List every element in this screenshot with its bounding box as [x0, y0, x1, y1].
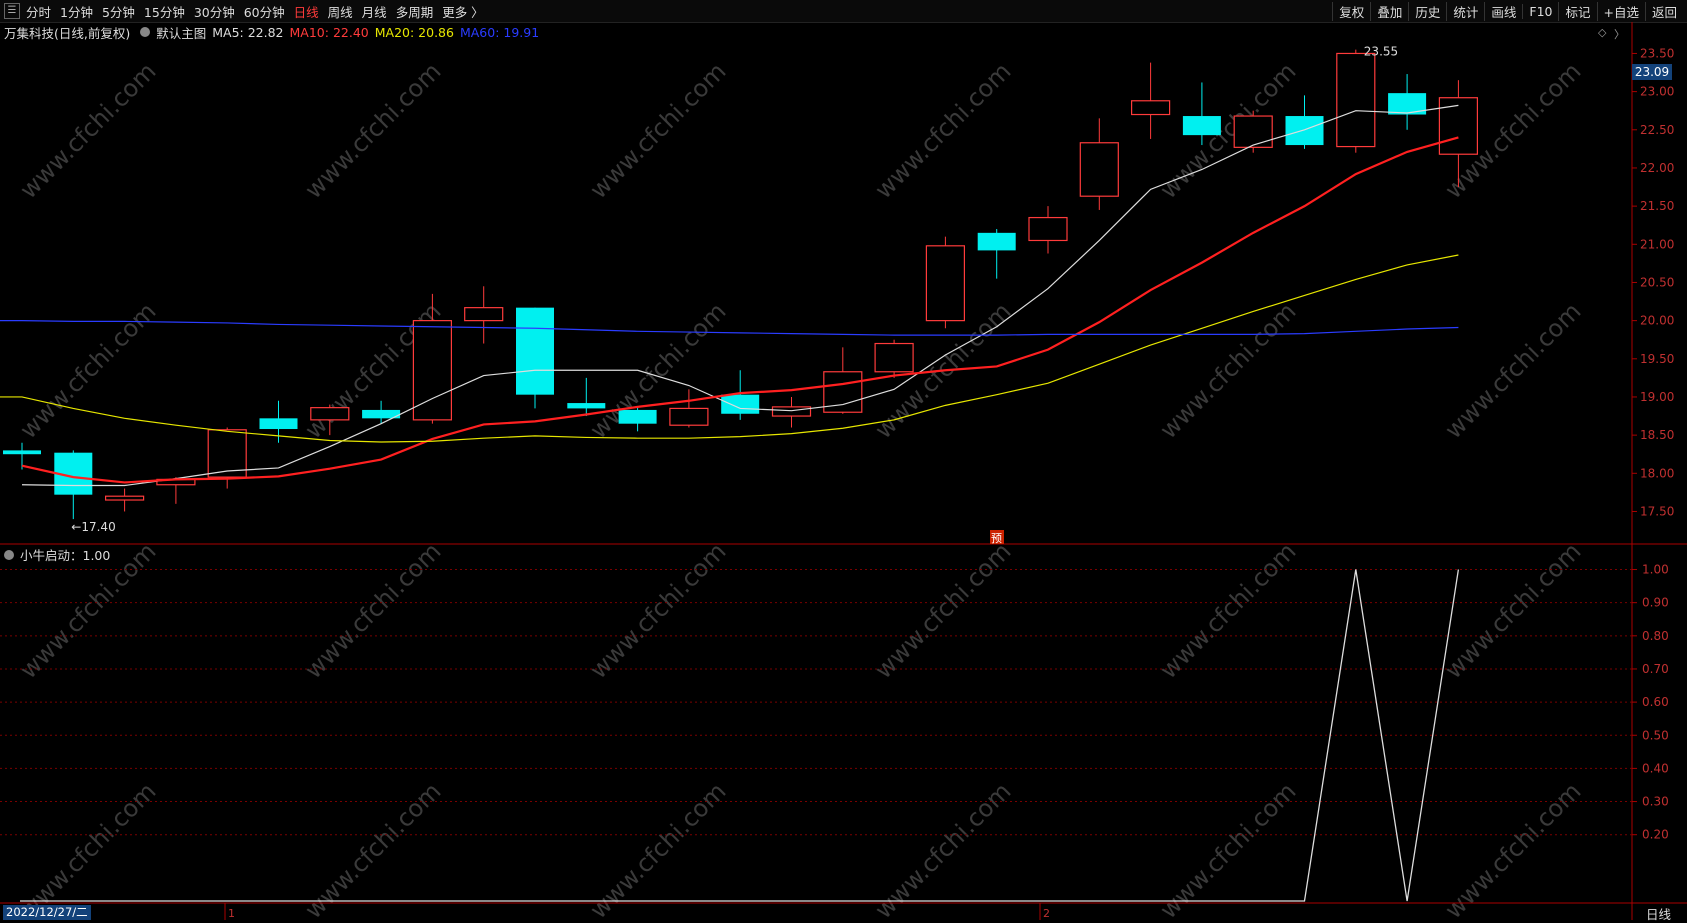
indicator-tick-label: 0.50 [1642, 728, 1669, 742]
watermark-text: www.cfchi.com [1439, 297, 1586, 444]
candle [104, 488, 145, 512]
y-tick-label: 19.00 [1640, 390, 1674, 404]
candle-body [516, 307, 554, 395]
y-tick-label: 22.00 [1640, 161, 1674, 175]
watermark-text: www.cfchi.com [584, 537, 731, 684]
candle [771, 396, 812, 428]
candle-body [259, 418, 298, 430]
month-label: 1 [228, 907, 235, 920]
candle [823, 347, 863, 414]
indicator-tick-label: 1.00 [1642, 563, 1669, 577]
candle-body [3, 450, 41, 455]
candle-body [1130, 100, 1171, 116]
candle-body [925, 245, 966, 322]
candle [925, 236, 966, 329]
candle [1388, 74, 1427, 130]
indicator-tick-label: 0.60 [1642, 695, 1669, 709]
candle-body [1336, 52, 1376, 148]
candle-body [104, 495, 145, 501]
watermark-text: www.cfchi.com [14, 777, 161, 920]
watermark-text: www.cfchi.com [869, 57, 1016, 204]
candle-body [1438, 97, 1479, 155]
candle-body [1028, 216, 1068, 242]
candle [1336, 49, 1376, 153]
watermark-text: www.cfchi.com [299, 777, 446, 920]
high-price-label: 23.55 [1364, 45, 1398, 59]
candle-body [771, 406, 812, 417]
watermark-text: www.cfchi.com [299, 537, 446, 684]
watermark-text: www.cfchi.com [14, 57, 161, 204]
watermark-text: www.cfchi.com [1154, 537, 1301, 684]
candle [3, 442, 41, 470]
candle [874, 339, 914, 378]
ma-line-ma5 [21, 104, 1459, 487]
indicator-tick-label: 0.70 [1642, 662, 1669, 676]
candle [362, 400, 401, 424]
candle [1233, 110, 1273, 153]
candle [516, 307, 554, 409]
watermark-layer: www.cfchi.com www.cfchi.com www.cfchi.com w… [14, 57, 1586, 920]
candle-body [1182, 116, 1221, 136]
watermark-text: www.cfchi.com [584, 777, 731, 920]
indicator-toggle-icon[interactable] [4, 549, 14, 560]
last-price-tag: 23.09 [1632, 64, 1672, 80]
candle [1079, 118, 1119, 210]
candle [1028, 206, 1068, 254]
y-tick-label: 23.00 [1640, 85, 1674, 99]
watermark-text: www.cfchi.com [1154, 777, 1301, 920]
y-tick-label: 19.50 [1640, 352, 1674, 366]
indicator-tick-label: 0.30 [1642, 795, 1669, 809]
watermark-text: www.cfchi.com [299, 57, 446, 204]
candle-body [874, 342, 914, 373]
ma-line-ma60 [0, 320, 1459, 336]
candle-body [1285, 116, 1324, 146]
candle-body [1079, 142, 1119, 197]
indicator-tick-label: 0.80 [1642, 629, 1669, 643]
candle [464, 286, 504, 344]
y-tick-label: 23.50 [1640, 46, 1674, 60]
candle-body [618, 409, 657, 424]
candle [1285, 95, 1324, 149]
watermark-text: www.cfchi.com [1154, 57, 1301, 204]
y-tick-label: 20.00 [1640, 314, 1674, 328]
watermark-text: www.cfchi.com [584, 57, 731, 204]
indicator-value[interactable]: 小牛启动：1.00 [20, 545, 110, 564]
kline-chart[interactable]: www.cfchi.com www.cfchi.com www.cfchi.com w… [0, 0, 1687, 920]
indicator-tick-label: 0.40 [1642, 761, 1669, 775]
low-price-label: ←17.40 [71, 520, 115, 534]
y-tick-label: 18.50 [1640, 428, 1674, 442]
candle-body [464, 307, 504, 322]
cursor-date: 2022/12/27/二 [3, 905, 91, 920]
candle-body [1233, 115, 1273, 148]
candle [977, 229, 1016, 279]
candle-body [721, 394, 760, 414]
pre-marker-label: 预 [991, 532, 1002, 545]
indicator-tick-label: 0.90 [1642, 596, 1669, 610]
candle-body [669, 407, 709, 426]
y-tick-label: 21.00 [1640, 237, 1674, 251]
y-tick-label: 17.50 [1640, 504, 1674, 518]
month-label: 2 [1043, 907, 1050, 920]
watermark-text: www.cfchi.com [869, 777, 1016, 920]
y-tick-label: 21.50 [1640, 199, 1674, 213]
candle-body [567, 403, 606, 409]
indicator-tick-label: 0.20 [1642, 828, 1669, 842]
indicator-header: 小牛启动：1.00 [4, 545, 110, 564]
watermark-text: www.cfchi.com [869, 537, 1016, 684]
watermark-text: www.cfchi.com [1439, 777, 1586, 920]
y-tick-label: 18.00 [1640, 466, 1674, 480]
watermark-text: www.cfchi.com [1439, 537, 1586, 684]
candle-body [977, 232, 1016, 251]
candle [669, 389, 709, 428]
candle-body [310, 407, 350, 421]
candle [1130, 62, 1171, 139]
y-tick-label: 20.50 [1640, 275, 1674, 289]
y-tick-label: 22.50 [1640, 123, 1674, 137]
watermark-text: www.cfchi.com [14, 297, 161, 444]
period-indicator[interactable]: 日线 [1646, 904, 1671, 923]
